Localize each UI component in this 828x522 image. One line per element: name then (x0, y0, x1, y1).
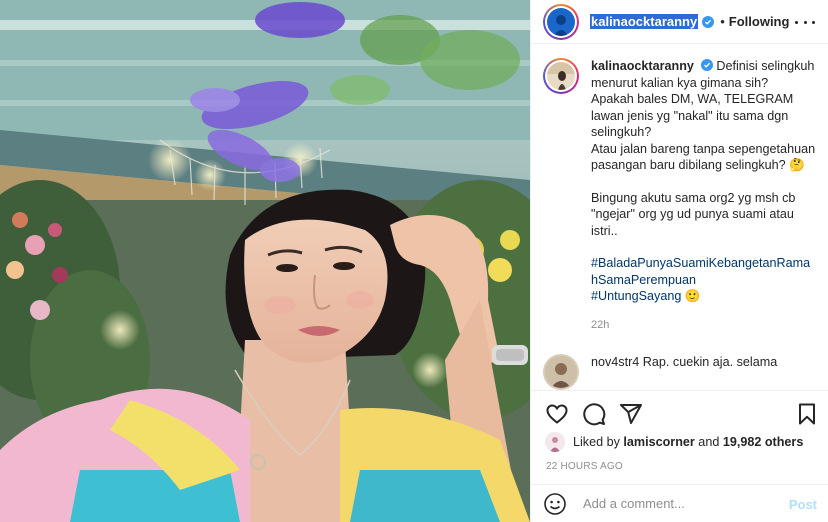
bookmark-icon[interactable] (795, 402, 819, 426)
liker-avatar-image (545, 432, 565, 452)
caption-text: kalinaocktaranny Definisi selingkuh menu… (591, 58, 817, 333)
verified-badge-icon (701, 59, 714, 71)
author-username[interactable]: kalinaocktaranny (590, 14, 699, 29)
caption-avatar[interactable] (543, 58, 579, 94)
smiley-icon[interactable] (543, 492, 567, 516)
commenter-avatar[interactable] (543, 354, 579, 390)
post-timestamp[interactable]: 22 HOURS AGO (546, 461, 623, 472)
likes-count[interactable]: 19,982 others (723, 435, 804, 449)
caption-paragraph: Apakah bales DM, WA, TELEGRAM lawan jeni… (591, 92, 794, 139)
comment-input[interactable] (583, 496, 783, 511)
hashtag-link[interactable]: #BaladaPunyaSuamiKebangetanRamahSamaPere… (591, 255, 817, 288)
heart-icon[interactable] (545, 402, 569, 426)
likes-prefix: Liked by (573, 435, 624, 449)
comment-item: nov4str4 Rap. cuekin aja. selama (543, 354, 817, 390)
add-comment-bar: Post (531, 484, 828, 522)
more-horizontal-icon[interactable] (795, 14, 815, 30)
action-bar (531, 390, 828, 436)
verified-badge-icon (702, 15, 715, 28)
liker-username[interactable]: lamiscorner (623, 435, 694, 449)
caption-time[interactable]: 22h (591, 317, 817, 334)
caption-username[interactable]: kalinaocktaranny (591, 59, 694, 73)
comment-icon[interactable] (582, 402, 606, 426)
caption-avatar-image (547, 62, 575, 90)
post-comment-button[interactable]: Post (789, 497, 817, 512)
likes-summary: Liked by lamiscorner and 19,982 others (545, 432, 803, 452)
commenter-avatar-image (545, 356, 577, 388)
post-photo-illustration (0, 0, 530, 522)
following-button[interactable]: Following (729, 14, 790, 29)
hashtag-link[interactable]: #UntungSayang (591, 289, 681, 303)
caption-paragraph: Atau jalan bareng tanpa sepengetahuan pa… (591, 141, 816, 173)
likes-middle: and (694, 435, 723, 449)
liker-avatar[interactable] (545, 432, 565, 452)
smile-emoji: 🙂 (684, 289, 701, 303)
caption-comment: kalinaocktaranny Definisi selingkuh menu… (543, 58, 817, 333)
author-avatar[interactable] (543, 3, 579, 40)
send-icon[interactable] (619, 402, 643, 426)
post-side-panel: kalinaocktaranny • Following kalinaockta… (530, 0, 828, 522)
post-photo[interactable] (0, 0, 530, 522)
comment-text: nov4str4 Rap. cuekin aja. selama (591, 355, 778, 369)
post-header: kalinaocktaranny • Following (531, 0, 828, 44)
separator-dot: • (720, 14, 725, 29)
avatar-image (547, 7, 575, 36)
comments-list: kalinaocktaranny Definisi selingkuh menu… (531, 58, 828, 390)
caption-paragraph: Bingung akutu sama org2 yg msh cb "ngeja… (591, 190, 796, 238)
